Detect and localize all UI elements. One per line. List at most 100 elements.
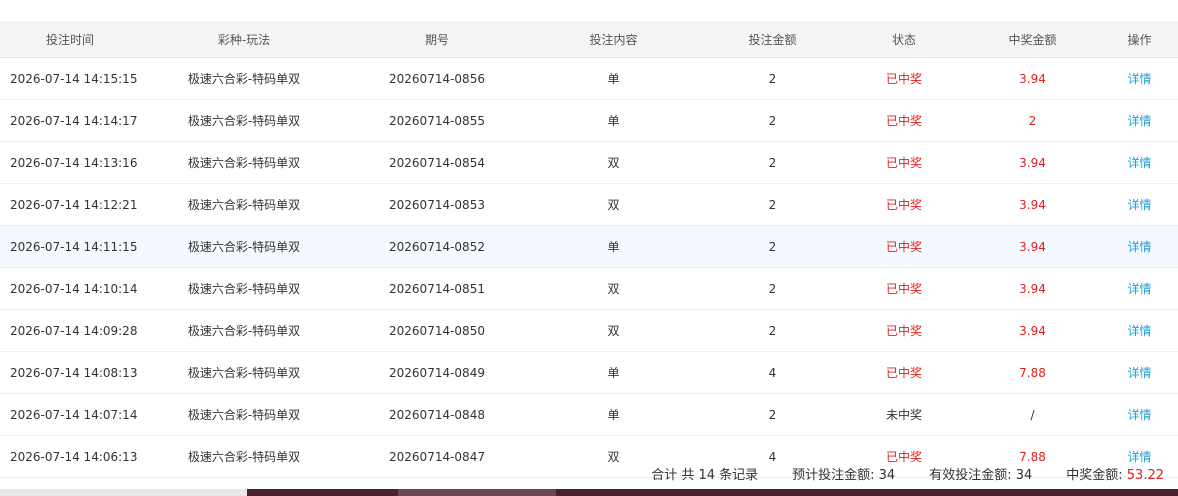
details-link[interactable]: 详情	[1101, 183, 1178, 226]
issue-cell: 20260714-0849	[348, 351, 526, 394]
table-row: 2026-07-14 14:14:17 极速六合彩-特码单双 20260714-08…	[0, 99, 1178, 142]
game-cell: 极速六合彩-特码单双	[140, 267, 348, 310]
summary-bar: 合计 共 14 条记录 预计投注金额: 34 有效投注金额: 34 中奖金额: …	[0, 458, 1178, 488]
issue-cell: 20260714-0854	[348, 141, 526, 184]
bet-content-cell: 双	[526, 309, 701, 352]
issue-cell: 20260714-0853	[348, 183, 526, 226]
issue-cell: 20260714-0850	[348, 309, 526, 352]
win-amount-cell: 3.94	[964, 183, 1101, 226]
bet-time-cell: 2026-07-14 14:13:16	[0, 141, 140, 184]
bet-amount-cell: 2	[701, 183, 844, 226]
bet-content-cell: 双	[526, 141, 701, 184]
game-cell: 极速六合彩-特码单双	[140, 351, 348, 394]
table-row: 2026-07-14 14:10:14 极速六合彩-特码单双 20260714-08…	[0, 267, 1178, 310]
win-amount-cell: 3.94	[964, 57, 1101, 100]
table-row: 2026-07-14 14:11:15 极速六合彩-特码单双 20260714-08…	[0, 225, 1178, 268]
game-cell: 极速六合彩-特码单双	[140, 393, 348, 436]
table-row: 2026-07-14 14:15:15 极速六合彩-特码单双 20260714-08…	[0, 57, 1178, 100]
bet-amount-cell: 2	[701, 267, 844, 310]
col-header-game: 彩种-玩法	[140, 21, 348, 58]
issue-cell: 20260714-0852	[348, 225, 526, 268]
bet-amount-cell: 2	[701, 309, 844, 352]
issue-cell: 20260714-0855	[348, 99, 526, 142]
bet-content-cell: 单	[526, 351, 701, 394]
bet-amount-cell: 2	[701, 57, 844, 100]
col-header-status: 状态	[844, 21, 964, 58]
status-cell: 已中奖	[844, 183, 964, 226]
bet-time-cell: 2026-07-14 14:08:13	[0, 351, 140, 394]
game-cell: 极速六合彩-特码单双	[140, 57, 348, 100]
details-link[interactable]: 详情	[1101, 351, 1178, 394]
scrollbar-track[interactable]	[247, 489, 1178, 496]
valid-bet-total: 有效投注金额: 34	[929, 467, 1033, 483]
issue-cell: 20260714-0851	[348, 267, 526, 310]
table-row: 2026-07-14 14:13:16 极速六合彩-特码单双 20260714-08…	[0, 141, 1178, 184]
win-amount-cell: 7.88	[964, 351, 1101, 394]
total-records: 合计 共 14 条记录	[651, 467, 759, 483]
game-cell: 极速六合彩-特码单双	[140, 141, 348, 184]
bet-time-cell: 2026-07-14 14:12:21	[0, 183, 140, 226]
win-total: 中奖金额: 53.22	[1066, 464, 1164, 483]
bet-content-cell: 单	[526, 225, 701, 268]
bet-time-cell: 2026-07-14 14:11:15	[0, 225, 140, 268]
table-row: 2026-07-14 14:08:13 极速六合彩-特码单双 20260714-08…	[0, 351, 1178, 394]
table-row: 2026-07-14 14:09:28 极速六合彩-特码单双 20260714-08…	[0, 309, 1178, 352]
bet-amount-cell: 4	[701, 351, 844, 394]
issue-cell: 20260714-0856	[348, 57, 526, 100]
bet-time-cell: 2026-07-14 14:07:14	[0, 393, 140, 436]
bet-time-cell: 2026-07-14 14:09:28	[0, 309, 140, 352]
details-link[interactable]: 详情	[1101, 309, 1178, 352]
status-cell: 已中奖	[844, 225, 964, 268]
details-link[interactable]: 详情	[1101, 141, 1178, 184]
details-link[interactable]: 详情	[1101, 267, 1178, 310]
game-cell: 极速六合彩-特码单双	[140, 225, 348, 268]
horizontal-scrollbar[interactable]	[0, 489, 1178, 496]
status-cell: 已中奖	[844, 309, 964, 352]
win-total-value: 53.22	[1126, 467, 1164, 483]
expected-bet-total: 预计投注金额: 34	[792, 467, 896, 483]
status-cell: 未中奖	[844, 393, 964, 436]
details-link[interactable]: 详情	[1101, 99, 1178, 142]
bet-time-cell: 2026-07-14 14:14:17	[0, 99, 140, 142]
bet-amount-cell: 2	[701, 393, 844, 436]
bet-time-cell: 2026-07-14 14:15:15	[0, 57, 140, 100]
bet-content-cell: 单	[526, 99, 701, 142]
status-cell: 已中奖	[844, 351, 964, 394]
table-header-row: 投注时间 彩种-玩法 期号 投注内容 投注金额 状态 中奖金额 操作	[0, 21, 1178, 58]
game-cell: 极速六合彩-特码单双	[140, 183, 348, 226]
col-header-content: 投注内容	[526, 21, 701, 58]
win-total-label: 中奖金额:	[1066, 467, 1127, 483]
win-amount-cell: 3.94	[964, 309, 1101, 352]
bet-time-cell: 2026-07-14 14:10:14	[0, 267, 140, 310]
bet-amount-cell: 2	[701, 141, 844, 184]
bet-content-cell: 单	[526, 393, 701, 436]
status-cell: 已中奖	[844, 99, 964, 142]
bet-amount-cell: 2	[701, 225, 844, 268]
bet-content-cell: 双	[526, 267, 701, 310]
status-cell: 已中奖	[844, 57, 964, 100]
issue-cell: 20260714-0848	[348, 393, 526, 436]
bet-records-panel: 投注时间 彩种-玩法 期号 投注内容 投注金额 状态 中奖金额 操作 2026-…	[0, 21, 1178, 478]
status-cell: 已中奖	[844, 267, 964, 310]
bet-content-cell: 单	[526, 57, 701, 100]
col-header-amount: 投注金额	[701, 21, 844, 58]
status-cell: 已中奖	[844, 141, 964, 184]
col-header-action: 操作	[1101, 21, 1178, 58]
details-link[interactable]: 详情	[1101, 225, 1178, 268]
bet-amount-cell: 2	[701, 99, 844, 142]
win-amount-cell: 3.94	[964, 267, 1101, 310]
bet-content-cell: 双	[526, 183, 701, 226]
win-amount-cell: 2	[964, 99, 1101, 142]
col-header-issue: 期号	[348, 21, 526, 58]
scrollbar-thumb[interactable]	[398, 489, 556, 496]
col-header-win-amount: 中奖金额	[964, 21, 1101, 58]
table-row: 2026-07-14 14:07:14 极速六合彩-特码单双 20260714-08…	[0, 393, 1178, 436]
table-row: 2026-07-14 14:12:21 极速六合彩-特码单双 20260714-08…	[0, 183, 1178, 226]
col-header-bet-time: 投注时间	[0, 21, 140, 58]
game-cell: 极速六合彩-特码单双	[140, 309, 348, 352]
win-amount-cell: 3.94	[964, 225, 1101, 268]
details-link[interactable]: 详情	[1101, 393, 1178, 436]
table-body: 2026-07-14 14:15:15 极速六合彩-特码单双 20260714-08…	[0, 57, 1178, 478]
bet-records-table: 投注时间 彩种-玩法 期号 投注内容 投注金额 状态 中奖金额 操作 2026-…	[0, 21, 1178, 478]
details-link[interactable]: 详情	[1101, 57, 1178, 100]
